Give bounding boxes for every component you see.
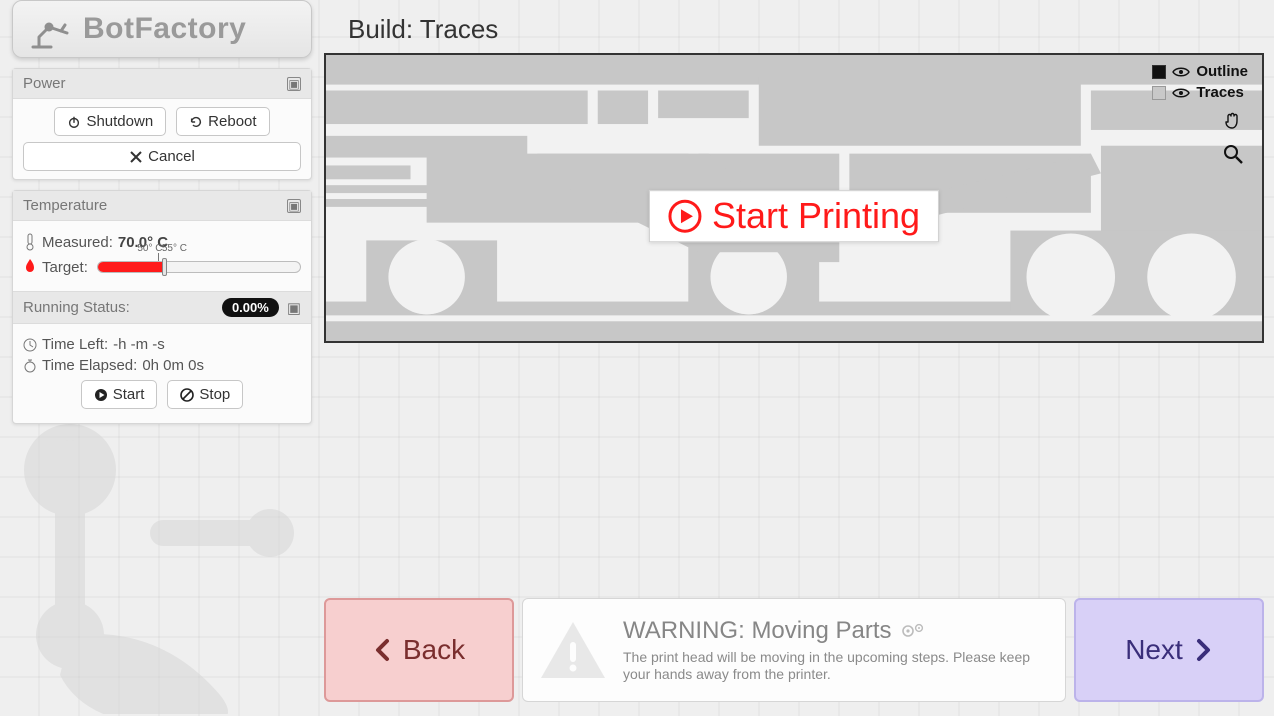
pan-hand-icon[interactable] [1222,111,1244,133]
sidebar: BotFactory Power ▣ Shutdown Reboot Cance… [12,0,312,424]
running-status-header[interactable]: Running Status: 0.00% ▣ [13,291,311,324]
power-header-label: Power [23,75,66,92]
chevron-right-icon [1193,638,1213,662]
legend-outline[interactable]: Outline [1152,63,1248,80]
power-panel: Power ▣ Shutdown Reboot Cancel [12,68,312,180]
clock-icon [23,338,37,352]
target-label: Target: [42,259,88,276]
flame-icon [23,258,37,276]
pcb-canvas[interactable]: Outline Traces Start Printing [324,53,1264,343]
next-button[interactable]: Next [1074,598,1264,702]
reboot-label: Reboot [208,113,256,130]
target-slider[interactable]: 50° C 55° C [97,255,301,279]
slider-tick-label: 55° C [162,243,187,254]
eye-icon [1172,66,1190,78]
refresh-icon [189,115,203,129]
swatch-icon [1152,86,1166,100]
brand-title: BotFactory [83,12,246,46]
time-elapsed-label: Time Elapsed: [42,357,137,374]
temperature-header-label: Temperature [23,197,107,214]
start-printing-label: Start Printing [712,195,920,237]
brand-card: BotFactory [12,0,312,58]
warning-title-text: WARNING: Moving Parts [623,617,892,645]
back-button[interactable]: Back [324,598,514,702]
play-icon [94,388,108,402]
decorative-bg [0,380,320,714]
collapse-icon[interactable]: ▣ [287,199,301,213]
gears-icon [900,621,926,641]
time-elapsed-row: Time Elapsed: 0h 0m 0s [23,357,301,374]
time-left-label: Time Left: [42,336,108,353]
next-label: Next [1125,634,1183,666]
time-left-value: -h -m -s [113,336,165,353]
power-panel-header[interactable]: Power ▣ [13,69,311,99]
start-button[interactable]: Start [81,380,158,409]
canvas-tools [1222,111,1244,165]
stop-icon [180,388,194,402]
shutdown-label: Shutdown [86,113,153,130]
temperature-panel: Temperature ▣ Measured: 70.0° C Target: … [12,190,312,424]
collapse-icon[interactable]: ▣ [287,77,301,91]
stop-label: Stop [199,386,230,403]
warning-body: The print head will be moving in the upc… [623,649,1051,684]
swatch-icon [1152,65,1166,79]
measured-label: Measured: [42,234,113,251]
layer-legend: Outline Traces [1152,63,1248,105]
legend-outline-label: Outline [1196,63,1248,80]
bottom-nav: Back WARNING: Moving Parts The print hea… [324,598,1264,702]
warning-triangle-icon [537,618,609,682]
thermometer-icon [23,233,37,251]
running-status-label: Running Status: [23,299,130,316]
time-elapsed-value: 0h 0m 0s [142,357,204,374]
collapse-icon[interactable]: ▣ [287,299,301,317]
cancel-button[interactable]: Cancel [23,142,301,171]
stopwatch-icon [23,359,37,373]
robot-arm-icon [27,7,71,51]
shutdown-button[interactable]: Shutdown [54,107,166,136]
status-percent: 0.00% [222,298,279,317]
zoom-icon[interactable] [1222,143,1244,165]
page-title: Build: Traces [348,14,1264,45]
legend-traces-label: Traces [1196,84,1244,101]
eye-icon [1172,87,1190,99]
target-row: Target: 50° C 55° C [23,255,301,279]
cancel-label: Cancel [148,148,195,165]
warning-title: WARNING: Moving Parts [623,617,1051,645]
stop-button[interactable]: Stop [167,380,243,409]
close-icon [129,150,143,164]
start-label: Start [113,386,145,403]
reboot-button[interactable]: Reboot [176,107,269,136]
temperature-panel-header[interactable]: Temperature ▣ [13,191,311,221]
warning-card: WARNING: Moving Parts The print head wil… [522,598,1066,702]
back-label: Back [403,634,465,666]
legend-traces[interactable]: Traces [1152,84,1248,101]
play-circle-icon [668,199,702,233]
power-icon [67,115,81,129]
main-area: Build: Traces [324,10,1264,588]
chevron-left-icon [373,638,393,662]
time-left-row: Time Left: -h -m -s [23,336,301,353]
start-printing-button[interactable]: Start Printing [649,190,939,242]
